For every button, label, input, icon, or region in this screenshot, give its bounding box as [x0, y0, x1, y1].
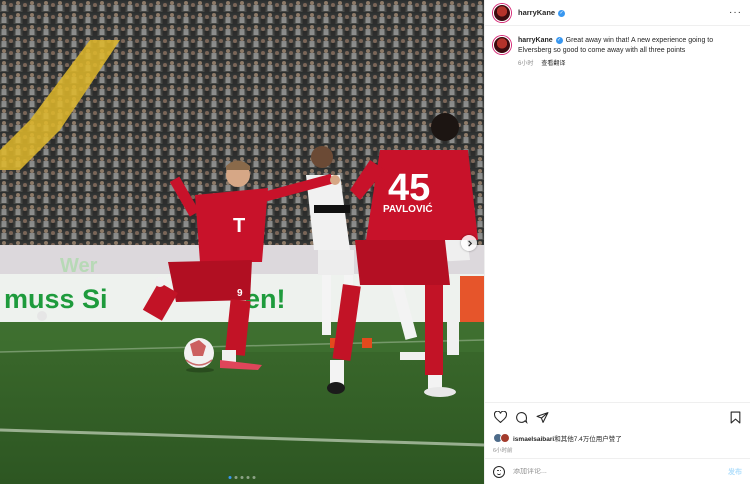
post-photo: Wer muss Si en! 45 PAVLOVIĆ T 9: [0, 0, 484, 484]
post-media[interactable]: Wer muss Si en! 45 PAVLOVIĆ T 9: [0, 0, 484, 484]
carousel-dot: [252, 476, 256, 479]
liker-avatar: [500, 433, 510, 443]
caption-meta: 6小时 查看翻译: [518, 59, 742, 69]
likes-text: ismaelsaibari和其他7.4万位用户赞了: [513, 433, 622, 443]
action-bar: [493, 409, 742, 425]
paper-plane-icon[interactable]: [535, 410, 549, 424]
emoji-icon[interactable]: [493, 465, 505, 478]
svg-text:Wer: Wer: [60, 255, 98, 277]
post-sidebar: harryKane ✓ ··· harryKane ✓ Great away win …: [484, 0, 750, 484]
post-timestamp: 6小时前: [493, 448, 513, 454]
likes-summary[interactable]: ismaelsaibari和其他7.4万位用户赞了: [493, 433, 742, 443]
carousel-next-button[interactable]: [461, 235, 477, 251]
carousel-indicator: [228, 476, 256, 479]
verified-badge-icon: ✓: [555, 36, 563, 44]
svg-text:45: 45: [388, 167, 430, 209]
carousel-dot: [228, 476, 232, 479]
caption-avatar[interactable]: [493, 36, 511, 54]
caption-body: harryKane ✓ Great away win that! A new exp…: [518, 36, 742, 69]
comment-input[interactable]: [513, 468, 728, 475]
instagram-post-modal: Wer muss Si en! 45 PAVLOVIĆ T 9 harryKan…: [0, 0, 750, 484]
post-comment-button[interactable]: 发布: [728, 467, 742, 477]
svg-text:T: T: [233, 215, 245, 237]
bookmark-icon[interactable]: [728, 410, 742, 424]
heart-icon[interactable]: [493, 410, 507, 424]
caption-time: 6小时: [518, 61, 534, 67]
carousel-dot: [234, 476, 238, 479]
svg-text:muss Si: muss Si: [4, 284, 108, 314]
chevron-right-icon: [467, 239, 472, 247]
caption-username[interactable]: harryKane: [518, 37, 553, 44]
svg-text:en!: en!: [245, 284, 286, 314]
post-actions-area: ismaelsaibari和其他7.4万位用户赞了 6小时前: [485, 402, 750, 458]
carousel-dot: [240, 476, 244, 479]
caption: harryKane ✓ Great away win that! A new exp…: [493, 36, 742, 69]
avatar[interactable]: [493, 3, 511, 22]
svg-text:PAVLOVIĆ: PAVLOVIĆ: [383, 202, 433, 215]
post-header: harryKane ✓ ···: [485, 0, 750, 26]
translate-link[interactable]: 查看翻译: [541, 61, 565, 67]
carousel-dot: [246, 476, 250, 479]
likes-count: 和其他7.4万位用户赞了: [554, 436, 622, 443]
more-options-icon[interactable]: ···: [729, 7, 742, 18]
liker-username[interactable]: ismaelsaibari: [513, 436, 554, 443]
verified-badge-icon: ✓: [558, 9, 566, 17]
svg-text:9: 9: [237, 288, 243, 299]
comment-icon[interactable]: [514, 410, 528, 424]
comment-bar: 发布: [485, 458, 750, 484]
post-username[interactable]: harryKane ✓: [518, 8, 566, 17]
comments-section: harryKane ✓ Great away win that! A new exp…: [485, 26, 750, 402]
